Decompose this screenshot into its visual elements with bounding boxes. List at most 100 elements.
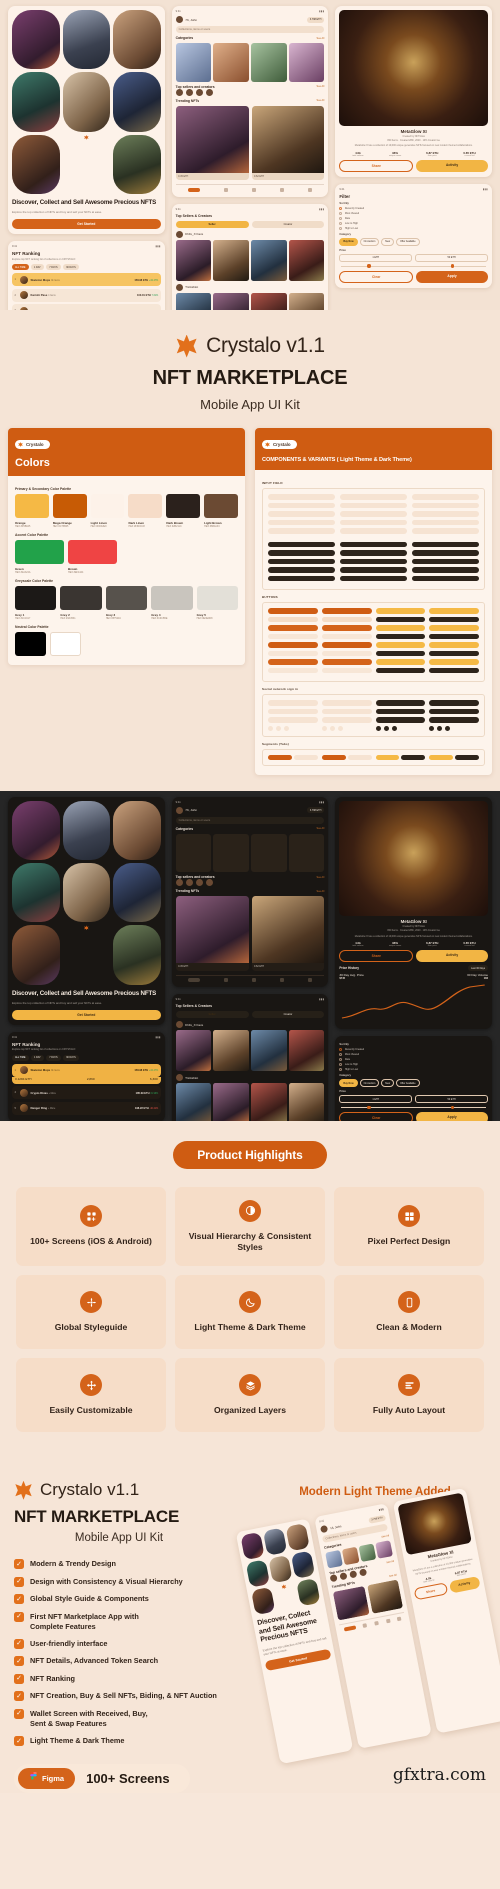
input-field-sample[interactable]: [412, 511, 479, 517]
input-field-sample[interactable]: [412, 519, 479, 525]
category-tile[interactable]: [289, 833, 325, 873]
tab-creator[interactable]: Creator: [251, 1011, 325, 1019]
get-started-button[interactable]: Get Started: [12, 1009, 161, 1020]
price-range-slider[interactable]: [341, 264, 487, 268]
nft-thumb[interactable]: [213, 239, 249, 281]
tab-1-day[interactable]: 1 DAY: [31, 1054, 44, 1061]
social-button-apple[interactable]: [268, 708, 318, 714]
avatar[interactable]: [205, 88, 213, 96]
apple-icon[interactable]: [329, 725, 335, 731]
nft-card[interactable]: 0.45 ETH: [175, 896, 249, 971]
input-field-sample[interactable]: [340, 575, 407, 581]
button-sample[interactable]: [375, 625, 426, 631]
button-sample[interactable]: [268, 659, 318, 665]
nav-wallet-icon[interactable]: [280, 187, 285, 192]
search-input[interactable]: Collections, items or users: [175, 816, 325, 824]
chip-new[interactable]: New: [381, 237, 395, 246]
sort-option-recently-created[interactable]: Recently Created: [339, 1048, 488, 1052]
nav-stats-icon[interactable]: [223, 978, 228, 983]
get-started-button[interactable]: Get Started: [12, 219, 161, 230]
button-sample[interactable]: [429, 633, 479, 639]
button-sample[interactable]: [268, 650, 318, 656]
price-max-field[interactable]: 50 ETH: [415, 1095, 489, 1104]
button-sample[interactable]: [429, 616, 479, 622]
category-tile[interactable]: [358, 1543, 377, 1563]
social-button-google[interactable]: [321, 700, 372, 706]
input-field-sample[interactable]: [268, 558, 335, 564]
see-all-link[interactable]: See All: [381, 1534, 389, 1538]
input-field-sample[interactable]: [268, 550, 335, 556]
avatar[interactable]: [195, 88, 203, 96]
category-tile[interactable]: [289, 43, 325, 82]
button-sample[interactable]: [321, 667, 372, 673]
sort-option-rate[interactable]: Rate: [339, 216, 488, 220]
category-tile[interactable]: [213, 43, 249, 82]
social-button-google[interactable]: [429, 700, 479, 706]
nft-thumb[interactable]: [175, 1030, 212, 1072]
input-field-sample[interactable]: [412, 558, 479, 564]
avatar[interactable]: [185, 88, 193, 96]
input-field-sample[interactable]: [412, 575, 479, 581]
see-all-link[interactable]: See All: [317, 827, 325, 830]
clear-button[interactable]: Clear: [339, 270, 414, 283]
nft-card[interactable]: 0.45 ETH: [175, 105, 249, 181]
tab-seller[interactable]: Seller: [175, 220, 249, 228]
category-tile[interactable]: [375, 1540, 394, 1559]
segment-tab[interactable]: [401, 754, 426, 760]
segment-tab[interactable]: [347, 754, 372, 760]
nft-thumb[interactable]: [213, 1030, 249, 1072]
facebook-icon[interactable]: [284, 725, 289, 731]
segment-tab-active[interactable]: [375, 754, 400, 760]
sort-option-low-to-high[interactable]: Low to High: [339, 1063, 488, 1067]
table-row[interactable]: 2 Karishi Pase 4 Items 100.01 ETH 7.61%: [12, 288, 161, 302]
price-range-slider[interactable]: [341, 1105, 487, 1110]
nft-card[interactable]: [332, 1586, 370, 1621]
apple-icon[interactable]: [276, 725, 281, 731]
sort-option-most-viewed[interactable]: Most Viewed: [339, 1053, 488, 1057]
nft-thumb[interactable]: [251, 1083, 287, 1125]
nft-thumb[interactable]: [175, 1083, 212, 1125]
button-sample[interactable]: [268, 616, 318, 622]
segment-tab[interactable]: [293, 754, 318, 760]
tab-all-time[interactable]: ALL TIME: [12, 264, 29, 271]
segment-tab-active[interactable]: [321, 754, 346, 760]
sort-option-high-to-low[interactable]: High to Low: [339, 1068, 488, 1072]
input-field-sample[interactable]: [340, 550, 407, 556]
facebook-icon[interactable]: [391, 725, 397, 731]
search-input[interactable]: Collections, items or users: [175, 26, 325, 33]
button-sample[interactable]: [321, 608, 372, 614]
activity-button[interactable]: Activity: [416, 950, 489, 963]
social-button-apple[interactable]: [429, 708, 479, 714]
see-all-link[interactable]: See All: [317, 890, 325, 893]
input-field-sample[interactable]: [412, 567, 479, 573]
nft-thumb[interactable]: [288, 239, 325, 281]
google-icon[interactable]: [429, 725, 435, 731]
button-sample[interactable]: [429, 659, 479, 665]
category-tile[interactable]: [213, 833, 249, 873]
apple-icon[interactable]: [383, 725, 389, 731]
button-sample[interactable]: [321, 642, 372, 648]
avatar[interactable]: [185, 879, 193, 887]
nav-profile-icon[interactable]: [308, 187, 313, 192]
avatar[interactable]: [329, 1574, 338, 1583]
category-tile[interactable]: [325, 1550, 343, 1569]
segment-tab-active[interactable]: [429, 754, 454, 760]
button-sample[interactable]: [429, 667, 479, 673]
social-button-google[interactable]: [268, 700, 318, 706]
nft-card[interactable]: [366, 1579, 404, 1615]
share-button[interactable]: Share: [339, 159, 414, 172]
tab-7-days[interactable]: 7 DAYS: [46, 1054, 61, 1061]
button-sample[interactable]: [375, 667, 426, 673]
button-sample[interactable]: [375, 608, 426, 614]
button-sample[interactable]: [321, 633, 372, 639]
input-field-sample[interactable]: [340, 558, 407, 564]
button-sample[interactable]: [375, 633, 426, 639]
button-sample[interactable]: [321, 659, 372, 665]
button-sample[interactable]: [375, 659, 426, 665]
nav-stats-icon[interactable]: [362, 1622, 368, 1628]
input-field-sample[interactable]: [412, 541, 479, 547]
category-tile[interactable]: [251, 833, 287, 873]
activity-button[interactable]: Activity: [448, 1576, 481, 1595]
chip-buy-now[interactable]: Buy Now: [339, 237, 358, 246]
list-item[interactable]: KNG_X Favs: [175, 230, 325, 238]
